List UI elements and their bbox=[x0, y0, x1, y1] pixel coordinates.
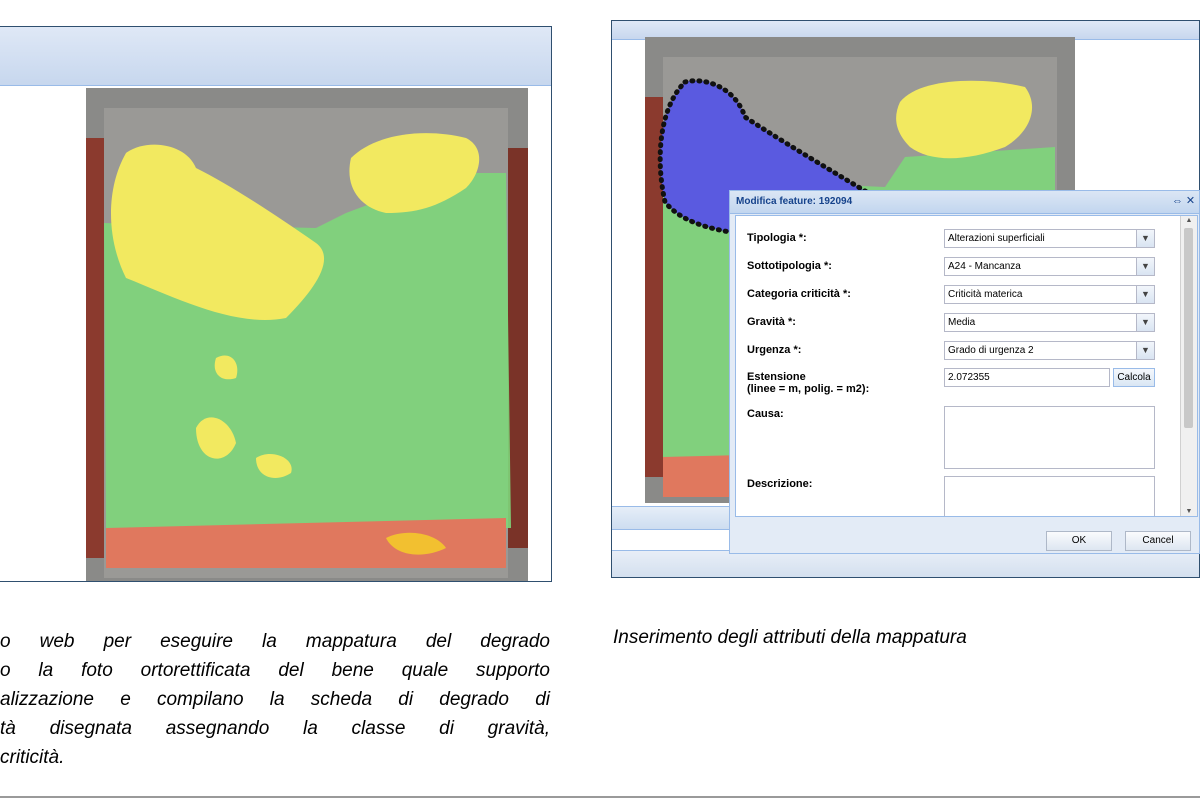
close-icon[interactable]: ✕ bbox=[1184, 195, 1197, 208]
descrizione-label: Descrizione: bbox=[747, 478, 813, 490]
dialog-title: Modifica feature: 192094 bbox=[736, 196, 853, 207]
page-divider bbox=[0, 796, 1200, 798]
map-horizontal-strip bbox=[612, 506, 732, 530]
gravita-select[interactable]: Media ▼ bbox=[944, 313, 1155, 332]
causa-textarea[interactable] bbox=[944, 406, 1155, 469]
left-caption-line-3: alizzazione e compilano la scheda di deg… bbox=[0, 689, 550, 710]
categoria-select[interactable]: Criticità materica ▼ bbox=[944, 285, 1155, 304]
left-caption-line-1: o web per eseguire la mappatura del degr… bbox=[0, 631, 550, 652]
causa-label: Causa: bbox=[747, 408, 784, 420]
left-screenshot-panel bbox=[0, 26, 552, 582]
edit-feature-dialog: Modifica feature: 192094 ⇔ ✕ Tipologia *:… bbox=[729, 190, 1200, 554]
right-caption: Inserimento degli attributi della mappat… bbox=[613, 627, 967, 648]
gravita-value: Media bbox=[948, 317, 976, 328]
calcola-button[interactable]: Calcola bbox=[1113, 368, 1155, 387]
estensione-field[interactable]: 2.072355 bbox=[944, 368, 1110, 387]
orthophoto-mapping-left[interactable] bbox=[86, 88, 528, 581]
pin-icon[interactable]: ⇔ bbox=[1171, 195, 1184, 208]
chevron-down-icon[interactable]: ▼ bbox=[1136, 258, 1154, 275]
scrollbar-thumb[interactable] bbox=[1184, 228, 1193, 428]
degradation-map-left bbox=[86, 88, 528, 581]
ok-button[interactable]: OK bbox=[1046, 531, 1112, 551]
chevron-down-icon[interactable]: ▼ bbox=[1136, 342, 1154, 359]
left-caption-line-5: criticità. bbox=[0, 747, 65, 768]
chevron-down-icon[interactable]: ▼ bbox=[1136, 230, 1154, 247]
categoria-value: Criticità materica bbox=[948, 289, 1023, 300]
sottotipologia-select[interactable]: A24 - Mancanza ▼ bbox=[944, 257, 1155, 276]
tipologia-label: Tipologia *: bbox=[747, 232, 807, 244]
red-pillar-left bbox=[86, 138, 106, 558]
chevron-down-icon[interactable]: ▼ bbox=[1136, 314, 1154, 331]
estensione-value: 2.072355 bbox=[948, 372, 990, 383]
urgenza-value: Grado di urgenza 2 bbox=[948, 345, 1034, 356]
estensione-unit-label: (linee = m, polig. = m2): bbox=[747, 383, 870, 395]
chevron-down-icon[interactable]: ▼ bbox=[1136, 286, 1154, 303]
scroll-down-icon[interactable]: ▼ bbox=[1181, 508, 1197, 515]
left-panel-titlebar bbox=[0, 27, 551, 86]
scroll-up-icon[interactable]: ▲ bbox=[1181, 217, 1197, 224]
estensione-label: Estensione bbox=[747, 371, 806, 383]
left-caption: o web per eseguire la mappatura del degr… bbox=[0, 627, 550, 772]
dialog-header[interactable]: Modifica feature: 192094 ⇔ ✕ bbox=[730, 191, 1199, 214]
tipologia-value: Alterazioni superficiali bbox=[948, 233, 1045, 244]
left-caption-line-4: tà disegnata assegnando la classe di gra… bbox=[0, 718, 550, 739]
dialog-form: Tipologia *: Alterazioni superficiali ▼ … bbox=[735, 215, 1198, 517]
cancel-button[interactable]: Cancel bbox=[1125, 531, 1191, 551]
right-panel-footer bbox=[612, 550, 1199, 577]
urgenza-label: Urgenza *: bbox=[747, 344, 802, 356]
gravita-label: Gravità *: bbox=[747, 316, 796, 328]
sottotipologia-value: A24 - Mancanza bbox=[948, 261, 1021, 272]
tipologia-select[interactable]: Alterazioni superficiali ▼ bbox=[944, 229, 1155, 248]
urgenza-select[interactable]: Grado di urgenza 2 ▼ bbox=[944, 341, 1155, 360]
categoria-label: Categoria criticità *: bbox=[747, 288, 851, 300]
descrizione-textarea[interactable] bbox=[944, 476, 1155, 516]
dialog-scrollbar[interactable]: ▲ ▼ bbox=[1180, 216, 1197, 516]
left-caption-line-2: o la foto ortorettificata del bene quale… bbox=[0, 660, 550, 681]
sottotipologia-label: Sottotipologia *: bbox=[747, 260, 832, 272]
dialog-tools: ⇔ ✕ bbox=[1171, 195, 1197, 208]
